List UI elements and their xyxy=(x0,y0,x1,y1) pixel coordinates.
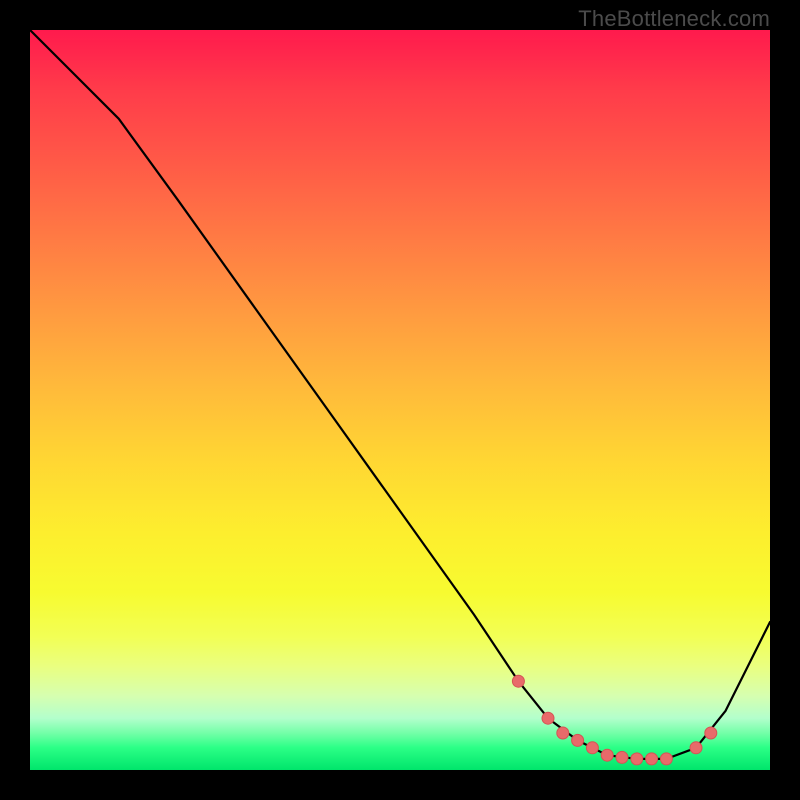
marker-dot xyxy=(616,751,628,763)
marker-dot xyxy=(601,749,613,761)
plot-area xyxy=(30,30,770,770)
marker-dot xyxy=(557,727,569,739)
marker-dot xyxy=(690,742,702,754)
marker-dot xyxy=(542,712,554,724)
marker-dot xyxy=(572,734,584,746)
curve-line xyxy=(30,30,770,759)
marker-dot xyxy=(660,753,672,765)
chart-frame: TheBottleneck.com xyxy=(0,0,800,800)
marker-dot xyxy=(646,753,658,765)
chart-overlay xyxy=(30,30,770,770)
marker-dot xyxy=(631,753,643,765)
marker-dot xyxy=(586,742,598,754)
watermark-text: TheBottleneck.com xyxy=(578,6,770,32)
marker-dot xyxy=(512,675,524,687)
marker-dot xyxy=(705,727,717,739)
